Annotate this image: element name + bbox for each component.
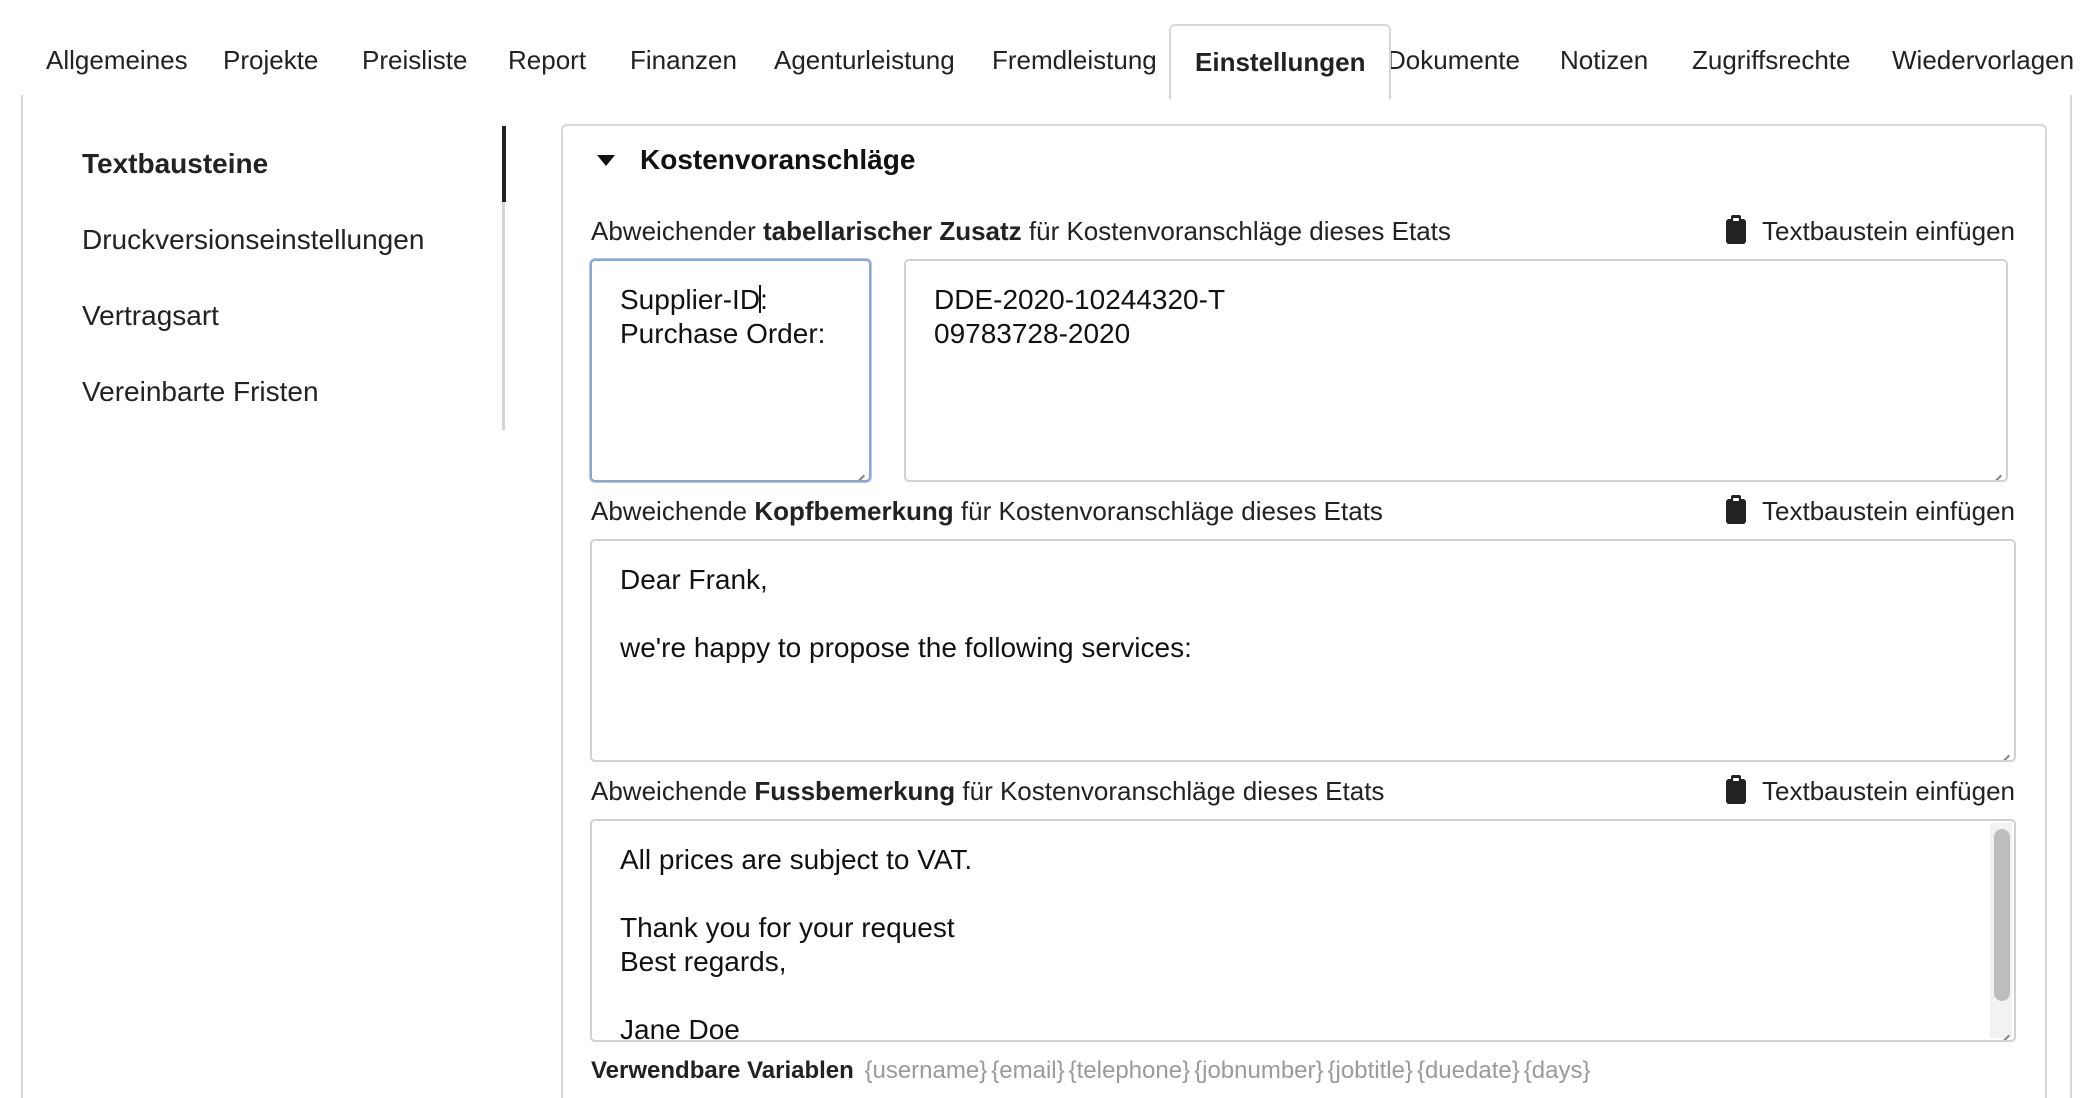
tab-finanzen[interactable]: Finanzen — [606, 24, 761, 97]
label-text: Abweichende — [591, 496, 755, 526]
variables-label: Verwendbare Variablen — [591, 1057, 854, 1084]
label-text: Abweichender — [591, 216, 763, 246]
resize-handle-icon[interactable] — [851, 462, 865, 476]
clipboard-icon — [1726, 495, 1747, 524]
label-text: Abweichende — [591, 776, 755, 806]
resize-handle-icon[interactable] — [1988, 462, 2002, 476]
tab-agenturleistung[interactable]: Agenturleistung — [750, 24, 979, 97]
textarea-text: Purchase Order: — [620, 318, 826, 349]
header-remark-textarea[interactable]: Dear Frank, we're happy to propose the f… — [590, 539, 2016, 762]
insert-text-block-button[interactable]: Textbaustein einfügen — [1726, 495, 2015, 527]
sidebar-item-vereinbarte-fristen[interactable]: Vereinbarte Fristen — [82, 354, 512, 430]
section-toggle[interactable]: Kostenvoranschläge — [591, 144, 915, 176]
tab-bar: Allgemeines Projekte Preisliste Report F… — [0, 0, 2090, 99]
variable-token[interactable]: {telephone} — [1069, 1057, 1190, 1084]
variable-token[interactable]: {duedate} — [1417, 1057, 1520, 1084]
textarea-text: Supplier-ID — [620, 284, 761, 315]
insert-text-block-label: Textbaustein einfügen — [1762, 776, 2015, 806]
tab-projekte[interactable]: Projekte — [199, 24, 342, 97]
tab-einstellungen[interactable]: Einstellungen — [1169, 24, 1392, 99]
variable-token[interactable]: {username} — [864, 1057, 987, 1084]
tab-wiedervorlagen[interactable]: Wiedervorlagen — [1868, 24, 2090, 97]
sidebar-item-textbausteine[interactable]: Textbausteine — [82, 126, 512, 202]
label-text: für Kostenvoranschläge dieses Etats — [953, 496, 1383, 526]
footer-remark-textarea[interactable]: All prices are subject to VAT. Thank you… — [590, 819, 2016, 1042]
variable-token[interactable]: {jobtitle} — [1328, 1057, 1413, 1084]
tab-report[interactable]: Report — [484, 24, 610, 97]
insert-text-block-button[interactable]: Textbaustein einfügen — [1726, 215, 2015, 247]
insert-text-block-button[interactable]: Textbaustein einfügen — [1726, 775, 2015, 807]
clipboard-icon — [1726, 775, 1747, 804]
clipboard-icon — [1726, 215, 1747, 244]
sidebar-item-druckversionseinstellungen[interactable]: Druckversionseinstellungen — [82, 202, 512, 278]
resize-handle-icon[interactable] — [1996, 1022, 2010, 1036]
textarea-scrollbar[interactable] — [1990, 823, 2012, 1038]
label-text: für Kostenvoranschläge dieses Etats — [955, 776, 1385, 806]
variable-token[interactable]: {email} — [991, 1057, 1064, 1084]
sidebar-item-vertragsart[interactable]: Vertragsart — [82, 278, 512, 354]
tabular-addition-label: Abweichender tabellarischer Zusatz für K… — [591, 216, 1451, 247]
tab-zugriffsrechte[interactable]: Zugriffsrechte — [1668, 24, 1874, 97]
caret-down-icon — [597, 154, 615, 166]
label-emphasis: Fussbemerkung — [754, 776, 956, 806]
label-emphasis: tabellarischer Zusatz — [763, 216, 1022, 246]
insert-text-block-label: Textbaustein einfügen — [1762, 496, 2015, 526]
textarea-text: DDE-2020-10244320-T 09783728-2020 — [934, 284, 1226, 349]
tabular-keys-textarea[interactable]: Supplier-ID: Purchase Order: — [590, 259, 871, 482]
textarea-text: : — [760, 284, 768, 315]
scrollbar-thumb[interactable] — [1994, 829, 2010, 1001]
footer-remark-label: Abweichende Fussbemerkung für Kostenvora… — [591, 776, 1384, 807]
section-title: Kostenvoranschläge — [640, 144, 916, 175]
textarea-text: Dear Frank, we're happy to propose the f… — [620, 564, 1192, 663]
sidebar: Textbausteine Druckversionseinstellungen… — [82, 126, 512, 430]
tabular-values-textarea[interactable]: DDE-2020-10244320-T 09783728-2020 — [904, 259, 2008, 482]
tab-notizen[interactable]: Notizen — [1536, 24, 1672, 97]
resize-handle-icon[interactable] — [1996, 742, 2010, 756]
label-emphasis: Kopfbemerkung — [754, 496, 954, 526]
header-remark-label: Abweichende Kopfbemerkung für Kostenvora… — [591, 496, 1383, 527]
tab-allgemeines[interactable]: Allgemeines — [22, 24, 212, 97]
tab-preisliste[interactable]: Preisliste — [338, 24, 491, 97]
insert-text-block-label: Textbaustein einfügen — [1762, 216, 2015, 246]
tab-fremdleistung[interactable]: Fremdleistung — [968, 24, 1181, 97]
label-text: für Kostenvoranschläge dieses Etats — [1021, 216, 1451, 246]
variable-token[interactable]: {jobnumber} — [1194, 1057, 1323, 1084]
available-variables: Verwendbare Variablen {username} {email}{… — [591, 1057, 1590, 1085]
textarea-text: All prices are subject to VAT. Thank you… — [620, 844, 973, 1042]
variable-token[interactable]: {days} — [1524, 1057, 1591, 1084]
